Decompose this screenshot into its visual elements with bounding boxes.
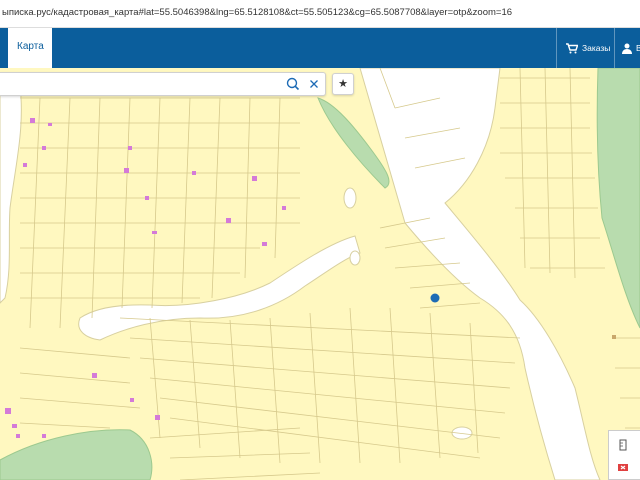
pond — [349, 250, 361, 266]
tab-map[interactable]: Карта — [8, 28, 52, 68]
login-button[interactable]: В — [622, 28, 640, 68]
favorite-button[interactable]: ★ — [332, 73, 354, 95]
print-icon[interactable] — [617, 461, 629, 473]
search-panel — [0, 72, 326, 96]
nav-divider — [614, 28, 615, 68]
orders-label: Заказы — [582, 43, 611, 53]
cadastral-map[interactable] — [0, 68, 640, 480]
orders-button[interactable]: Заказы — [566, 28, 610, 68]
nav-divider — [556, 28, 557, 68]
top-navigation-bar: Карта Заказы В — [0, 28, 640, 68]
login-label: В — [636, 43, 640, 53]
ruler-icon[interactable] — [617, 439, 629, 451]
location-marker[interactable] — [430, 293, 440, 303]
map-tools-panel — [608, 430, 640, 480]
pond — [343, 187, 357, 209]
browser-address-bar[interactable]: ыписка.рус/кадастровая_карта#lat=55.5046… — [0, 0, 640, 28]
star-icon: ★ — [338, 78, 348, 90]
user-icon — [622, 43, 632, 54]
map-point — [612, 335, 616, 339]
cart-icon — [566, 42, 578, 53]
search-input[interactable] — [4, 76, 278, 94]
close-icon[interactable] — [306, 76, 322, 92]
url-text[interactable]: ыписка.рус/кадастровая_карта#lat=55.5046… — [2, 7, 512, 18]
map-canvas[interactable] — [0, 68, 640, 480]
tab-map-label: Карта — [17, 41, 44, 52]
search-icon[interactable] — [285, 76, 301, 92]
